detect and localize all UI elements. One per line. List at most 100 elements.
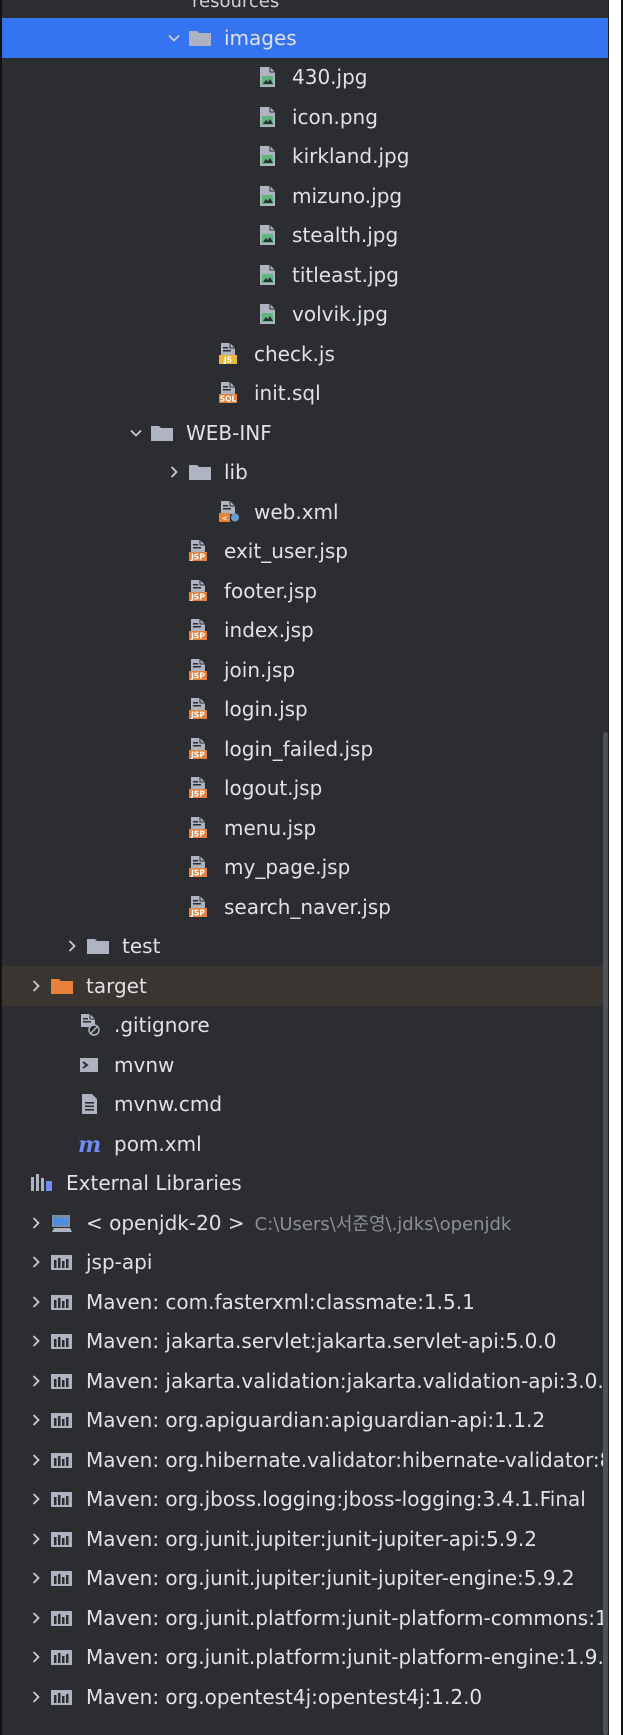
library-icon xyxy=(50,1606,80,1630)
tree-item-menu-jsp[interactable]: JSP menu.jsp xyxy=(2,808,611,848)
tree-item-label: Maven: org.junit.jupiter:junit-jupiter-e… xyxy=(86,1566,575,1591)
tree-item-icon-png[interactable]: icon.png xyxy=(2,97,611,137)
tree-item-maven-jakarta-validation-jakarta-validation-api-3-0-2[interactable]: Maven: jakarta.validation:jakarta.valida… xyxy=(2,1361,616,1401)
library-icon xyxy=(50,1645,80,1669)
svg-text:SQL: SQL xyxy=(220,395,237,404)
chevron-right-icon[interactable] xyxy=(58,935,86,957)
tree-item-login-jsp[interactable]: JSP login.jsp xyxy=(2,690,611,730)
tree-item-mvnw-cmd[interactable]: mvnw.cmd xyxy=(2,1085,611,1125)
tree-item-label: search_naver.jsp xyxy=(224,894,391,919)
chevron-right-icon[interactable] xyxy=(22,1291,50,1313)
chevron-right-icon[interactable] xyxy=(22,1449,50,1471)
tree-item-logout-jsp[interactable]: JSP logout.jsp xyxy=(2,769,611,809)
tree-item-volvik-jpg[interactable]: volvik.jpg xyxy=(2,295,611,335)
tree-item-label: join.jsp xyxy=(224,657,296,682)
jsp-file-icon: JSP xyxy=(188,697,218,721)
tree-item-titleast-jpg[interactable]: titleast.jpg xyxy=(2,255,611,295)
tree-item-label: index.jsp xyxy=(224,618,314,643)
image-file-icon xyxy=(256,144,286,168)
chevron-right-icon[interactable] xyxy=(160,461,188,483)
tree-item-430-jpg[interactable]: 430.jpg xyxy=(2,58,611,98)
tree-item-external-libraries[interactable]: External Libraries xyxy=(2,1164,611,1204)
tree-item-label: icon.png xyxy=(292,104,378,129)
library-icon xyxy=(50,1527,80,1551)
tree-item-jsp-api[interactable]: jsp-api xyxy=(2,1243,611,1283)
tree-item-label: mvnw xyxy=(114,1052,175,1077)
tree-item-label: volvik.jpg xyxy=(292,302,388,327)
chevron-right-icon[interactable] xyxy=(22,1370,50,1392)
tree-item-check-js[interactable]: JS check.js xyxy=(2,334,611,374)
chevron-right-icon[interactable] xyxy=(22,975,50,997)
tree-item-label: login.jsp xyxy=(224,697,308,722)
image-file-icon xyxy=(256,105,286,129)
tree-item-footer-jsp[interactable]: JSP footer.jsp xyxy=(2,571,611,611)
tree-item-label: External Libraries xyxy=(66,1171,242,1196)
image-file-icon xyxy=(256,223,286,247)
folder-icon xyxy=(86,934,116,958)
tree-item-gitignore[interactable]: .gitignore xyxy=(2,1006,611,1046)
svg-text:JS: JS xyxy=(223,355,232,364)
chevron-down-icon[interactable] xyxy=(122,422,150,444)
tree-item-search-naver-jsp[interactable]: JSP search_naver.jsp xyxy=(2,887,611,927)
tree-item-maven-org-hibernate-validator-hibernate-validator-8-0-0-final[interactable]: Maven: org.hibernate.validator:hibernate… xyxy=(2,1440,621,1480)
tree-item-maven-jakarta-servlet-jakarta-servlet-api-5-0-0[interactable]: Maven: jakarta.servlet:jakarta.servlet-a… xyxy=(2,1322,611,1362)
tree-item-label: check.js xyxy=(254,341,335,366)
tree-item-my-page-jsp[interactable]: JSP my_page.jsp xyxy=(2,848,611,888)
tree-item-index-jsp[interactable]: JSP index.jsp xyxy=(2,611,611,651)
tree-item-maven-org-opentest4j-opentest4j-1-2-0[interactable]: Maven: org.opentest4j:opentest4j:1.2.0 xyxy=(2,1677,611,1717)
sql-file-icon: SQL xyxy=(218,381,248,405)
tree-item-mizuno-jpg[interactable]: mizuno.jpg xyxy=(2,176,611,216)
tree-item-label: titleast.jpg xyxy=(292,262,399,287)
jsp-file-icon: JSP xyxy=(188,539,218,563)
tree-item-target[interactable]: target xyxy=(2,966,611,1006)
library-icon xyxy=(50,1448,80,1472)
tree-item-web-xml[interactable]: < web.xml xyxy=(2,492,611,532)
tree-item-maven-org-junit-jupiter-junit-jupiter-engine-5-9-2[interactable]: Maven: org.junit.jupiter:junit-jupiter-e… xyxy=(2,1559,611,1599)
tree-item-mvnw[interactable]: mvnw xyxy=(2,1045,611,1085)
chevron-right-icon[interactable] xyxy=(22,1212,50,1234)
tree-item-openjdk-20[interactable]: < openjdk-20 > C:\Users\서준영\.jdks\openjdk xyxy=(2,1203,611,1243)
chevron-right-icon[interactable] xyxy=(22,1409,50,1431)
tree-item-label: web.xml xyxy=(254,499,339,524)
tree-item-web-inf[interactable]: WEB-INF xyxy=(2,413,611,453)
chevron-right-icon[interactable] xyxy=(22,1251,50,1273)
tree-item-images[interactable]: images xyxy=(2,18,611,58)
tree-item-maven-org-junit-platform-junit-platform-engine-1-9-2[interactable]: Maven: org.junit.platform:junit-platform… xyxy=(2,1638,617,1678)
tree-item-label: exit_user.jsp xyxy=(224,539,349,564)
project-tool-window: resources images 430.jpg icon.png kirkland.… xyxy=(0,0,623,1735)
jdk-path: C:\Users\서준영\.jdks\openjdk xyxy=(254,1213,512,1235)
tree-item-pom-xml[interactable]: m pom.xml xyxy=(2,1124,611,1164)
tree-item-maven-org-junit-jupiter-junit-jupiter-api-5-9-2[interactable]: Maven: org.junit.jupiter:junit-jupiter-a… xyxy=(2,1519,611,1559)
tree-item-label: mizuno.jpg xyxy=(292,183,403,208)
tree-item-label: jsp-api xyxy=(86,1250,153,1275)
chevron-right-icon[interactable] xyxy=(22,1607,50,1629)
tree-item-maven-org-apiguardian-apiguardian-api-1-1-2[interactable]: Maven: org.apiguardian:apiguardian-api:1… xyxy=(2,1401,611,1441)
tree-item-label: Maven: org.junit.platform:junit-platform… xyxy=(86,1605,623,1630)
tree-item-join-jsp[interactable]: JSP join.jsp xyxy=(2,650,611,690)
chevron-down-icon[interactable] xyxy=(160,27,188,49)
tree-item-maven-com-fasterxml-classmate-1-5-1[interactable]: Maven: com.fasterxml:classmate:1.5.1 xyxy=(2,1282,611,1322)
tree-item-label: init.sql xyxy=(254,381,321,406)
tree-item-login-failed-jsp[interactable]: JSP login_failed.jsp xyxy=(2,729,611,769)
tree-item-kirkland-jpg[interactable]: kirkland.jpg xyxy=(2,137,611,177)
project-tree: images 430.jpg icon.png kirkland.jpg mizuno.… xyxy=(2,18,621,1717)
tree-item-test[interactable]: test xyxy=(2,927,611,967)
chevron-right-icon[interactable] xyxy=(22,1330,50,1352)
tree-item-lib[interactable]: lib xyxy=(2,453,611,493)
folder-orange-icon xyxy=(50,974,80,998)
tree-item-label: Maven: jakarta.validation:jakarta.valida… xyxy=(86,1368,617,1393)
chevron-right-icon[interactable] xyxy=(22,1646,50,1668)
svg-text:JSP: JSP xyxy=(190,908,205,917)
tree-item-maven-org-junit-platform-junit-platform-commons-1-9-2[interactable]: Maven: org.junit.platform:junit-platform… xyxy=(2,1598,621,1638)
tree-item-exit-user-jsp[interactable]: JSP exit_user.jsp xyxy=(2,532,611,572)
tree-item-maven-org-jboss-logging-jboss-logging-3-4-1-final[interactable]: Maven: org.jboss.logging:jboss-logging:3… xyxy=(2,1480,611,1520)
tree-item-init-sql[interactable]: SQL init.sql xyxy=(2,374,611,414)
chevron-right-icon[interactable] xyxy=(22,1686,50,1708)
tree-item-label: .gitignore xyxy=(114,1013,210,1038)
js-file-icon: JS xyxy=(218,342,248,366)
chevron-right-icon[interactable] xyxy=(22,1488,50,1510)
chevron-right-icon[interactable] xyxy=(22,1567,50,1589)
shell-file-icon xyxy=(78,1053,108,1077)
tree-item-stealth-jpg[interactable]: stealth.jpg xyxy=(2,216,611,256)
chevron-right-icon[interactable] xyxy=(22,1528,50,1550)
